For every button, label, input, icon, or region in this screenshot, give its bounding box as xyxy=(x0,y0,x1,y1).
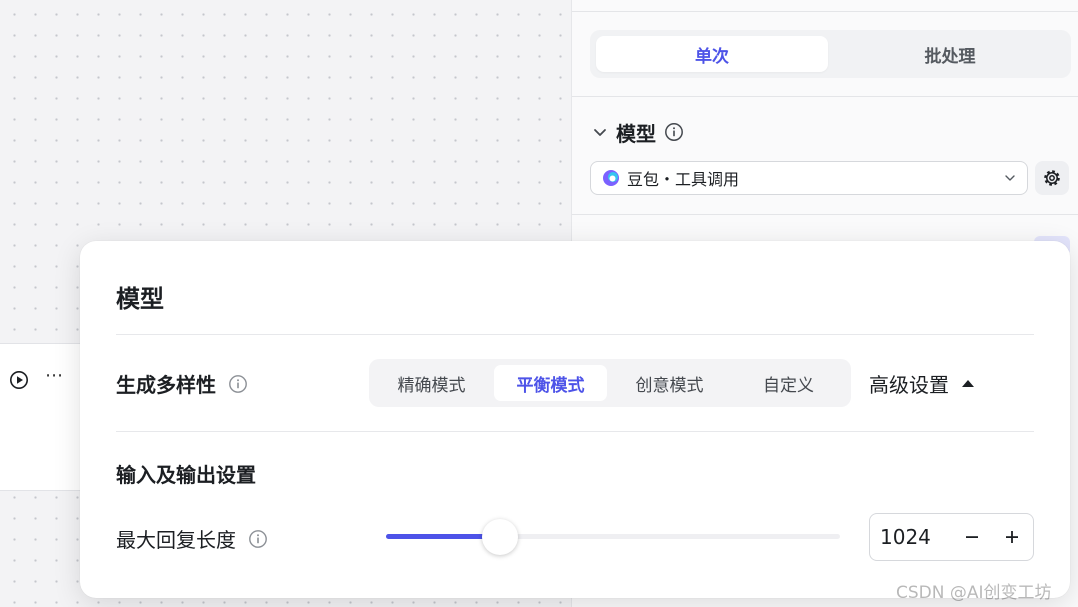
more-dots-icon[interactable]: ⋯ xyxy=(45,366,64,386)
model-section-header[interactable]: 模型 xyxy=(592,118,684,146)
watermark: CSDN @AI创变工坊 xyxy=(896,583,1052,603)
max-length-label-row: 最大回复长度 xyxy=(116,524,268,553)
max-length-label: 最大回复长度 xyxy=(116,528,236,552)
diversity-mode-segment: 精确模式 平衡模式 创意模式 自定义 xyxy=(369,359,851,407)
model-config-popover: 模型 生成多样性 精确模式 平衡模式 创意模式 自定义 高级设置 输入及输出设置… xyxy=(80,241,1070,598)
workflow-node-card[interactable]: ⋯ xyxy=(0,343,90,491)
model-section-title: 模型 xyxy=(616,121,656,146)
run-mode-tabs: 单次 批处理 xyxy=(590,30,1071,78)
info-circle-icon[interactable] xyxy=(228,374,248,394)
slider-thumb[interactable] xyxy=(482,519,518,555)
play-circle-icon[interactable] xyxy=(9,370,29,390)
diversity-label-row: 生成多样性 xyxy=(116,369,248,398)
mode-custom[interactable]: 自定义 xyxy=(732,365,845,401)
plus-icon xyxy=(1006,531,1018,543)
mode-precise[interactable]: 精确模式 xyxy=(375,365,488,401)
max-length-value[interactable]: 1024 xyxy=(870,525,952,549)
io-section-title: 输入及输出设置 xyxy=(116,463,256,487)
tab-single[interactable]: 单次 xyxy=(596,36,828,72)
info-circle-icon[interactable] xyxy=(664,122,684,142)
popover-divider xyxy=(116,334,1034,335)
popover-title: 模型 xyxy=(116,285,164,313)
advanced-settings-label: 高级设置 xyxy=(869,372,949,397)
panel-top-divider xyxy=(572,11,1078,12)
diversity-label: 生成多样性 xyxy=(116,373,216,397)
caret-up-icon xyxy=(962,380,974,387)
tab-batch[interactable]: 批处理 xyxy=(834,36,1066,72)
increment-button[interactable] xyxy=(992,514,1032,560)
mode-creative[interactable]: 创意模式 xyxy=(613,365,726,401)
minus-icon xyxy=(966,536,978,538)
panel-divider xyxy=(572,214,1078,215)
doubao-logo-icon xyxy=(603,170,619,186)
max-length-stepper[interactable]: 1024 xyxy=(869,513,1034,561)
chevron-down-icon[interactable] xyxy=(592,124,608,140)
chevron-down-icon xyxy=(1005,175,1015,181)
popover-divider xyxy=(116,431,1034,432)
model-select[interactable]: 豆包・工具调用 xyxy=(590,161,1028,195)
info-circle-icon[interactable] xyxy=(248,529,268,549)
advanced-settings-toggle[interactable]: 高级设置 xyxy=(869,369,975,397)
gear-icon xyxy=(1044,170,1060,186)
model-settings-button[interactable] xyxy=(1035,161,1069,195)
decrement-button[interactable] xyxy=(952,514,992,560)
model-select-value: 豆包・工具调用 xyxy=(627,170,740,189)
max-length-slider[interactable] xyxy=(386,519,840,555)
mode-balanced[interactable]: 平衡模式 xyxy=(494,365,607,401)
panel-divider xyxy=(572,96,1078,97)
